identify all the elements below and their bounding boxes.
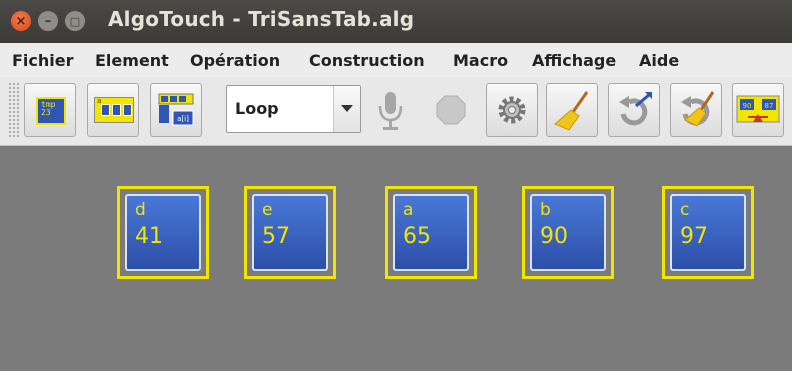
maximize-icon: □ (69, 14, 81, 28)
menu-affichage[interactable]: Affichage (532, 51, 616, 70)
variable-value: 41 (135, 224, 163, 249)
variable-c[interactable]: c 97 (662, 186, 754, 279)
minimize-icon: – (44, 13, 52, 29)
settings-button[interactable] (486, 83, 538, 137)
variable-value: 90 (540, 224, 568, 249)
clear-button[interactable] (546, 83, 598, 137)
variable-value: 97 (680, 224, 708, 249)
variable-name: b (540, 200, 551, 220)
svg-text:87: 87 (765, 102, 774, 110)
clear-undo-icon (681, 91, 715, 127)
loop-select-value: Loop (235, 99, 279, 118)
workspace[interactable]: d 41 e 57 a 65 b 90 c 97 (0, 146, 792, 371)
swap-button[interactable]: 90 87 (732, 83, 784, 137)
variable-e[interactable]: e 57 (244, 186, 336, 279)
variable-value: 57 (262, 224, 290, 249)
minimize-window-button[interactable]: – (38, 11, 58, 31)
undo-button[interactable] (608, 83, 660, 137)
toolbar: tmp 23 a a[i] Loop 90 87 (0, 77, 792, 146)
chevron-down-icon[interactable] (333, 86, 360, 132)
menu-operation[interactable]: Opération (190, 51, 280, 70)
title-bar: × – □ AlgoTouch - TriSansTab.alg (0, 0, 792, 43)
variable-name: c (680, 200, 690, 220)
stop-icon (436, 95, 466, 125)
svg-text:90: 90 (743, 102, 752, 110)
menu-macro[interactable]: Macro (453, 51, 508, 70)
new-variable-button[interactable]: tmp 23 (24, 83, 76, 137)
menu-bar: Fichier Element Opération Construction M… (0, 43, 792, 78)
maximize-window-button[interactable]: □ (65, 11, 85, 31)
variable-b[interactable]: b 90 (522, 186, 614, 279)
record-button[interactable] (364, 83, 416, 137)
variable-name: a (403, 200, 414, 220)
new-index-button[interactable]: a[i] (150, 83, 202, 137)
microphone-icon (378, 92, 403, 130)
menu-fichier[interactable]: Fichier (12, 51, 74, 70)
variable-value: 65 (403, 224, 431, 249)
gear-icon (498, 96, 526, 124)
variable-name: e (262, 200, 273, 220)
close-icon: × (15, 13, 27, 29)
broom-icon (554, 91, 589, 131)
loop-select[interactable]: Loop (226, 85, 361, 133)
variable-a[interactable]: a 65 (385, 186, 477, 279)
swap-icon: 90 87 (736, 95, 780, 123)
undo-icon (619, 92, 652, 126)
window-title: AlgoTouch - TriSansTab.alg (108, 7, 415, 31)
variable-d[interactable]: d 41 (117, 186, 209, 279)
variable-name: d (135, 200, 146, 220)
stop-button[interactable] (425, 83, 477, 137)
toolbar-grip[interactable] (8, 82, 20, 138)
array-index-icon: a[i] (158, 93, 194, 126)
svg-text:a[i]: a[i] (177, 115, 189, 123)
menu-aide[interactable]: Aide (639, 51, 679, 70)
menu-element[interactable]: Element (95, 51, 169, 70)
undo-clear-button[interactable] (670, 83, 722, 137)
new-array-button[interactable]: a (87, 83, 139, 137)
close-window-button[interactable]: × (11, 11, 31, 31)
array-icon: a (94, 97, 134, 123)
variable-icon: tmp 23 (36, 97, 66, 125)
menu-construction[interactable]: Construction (309, 51, 425, 70)
